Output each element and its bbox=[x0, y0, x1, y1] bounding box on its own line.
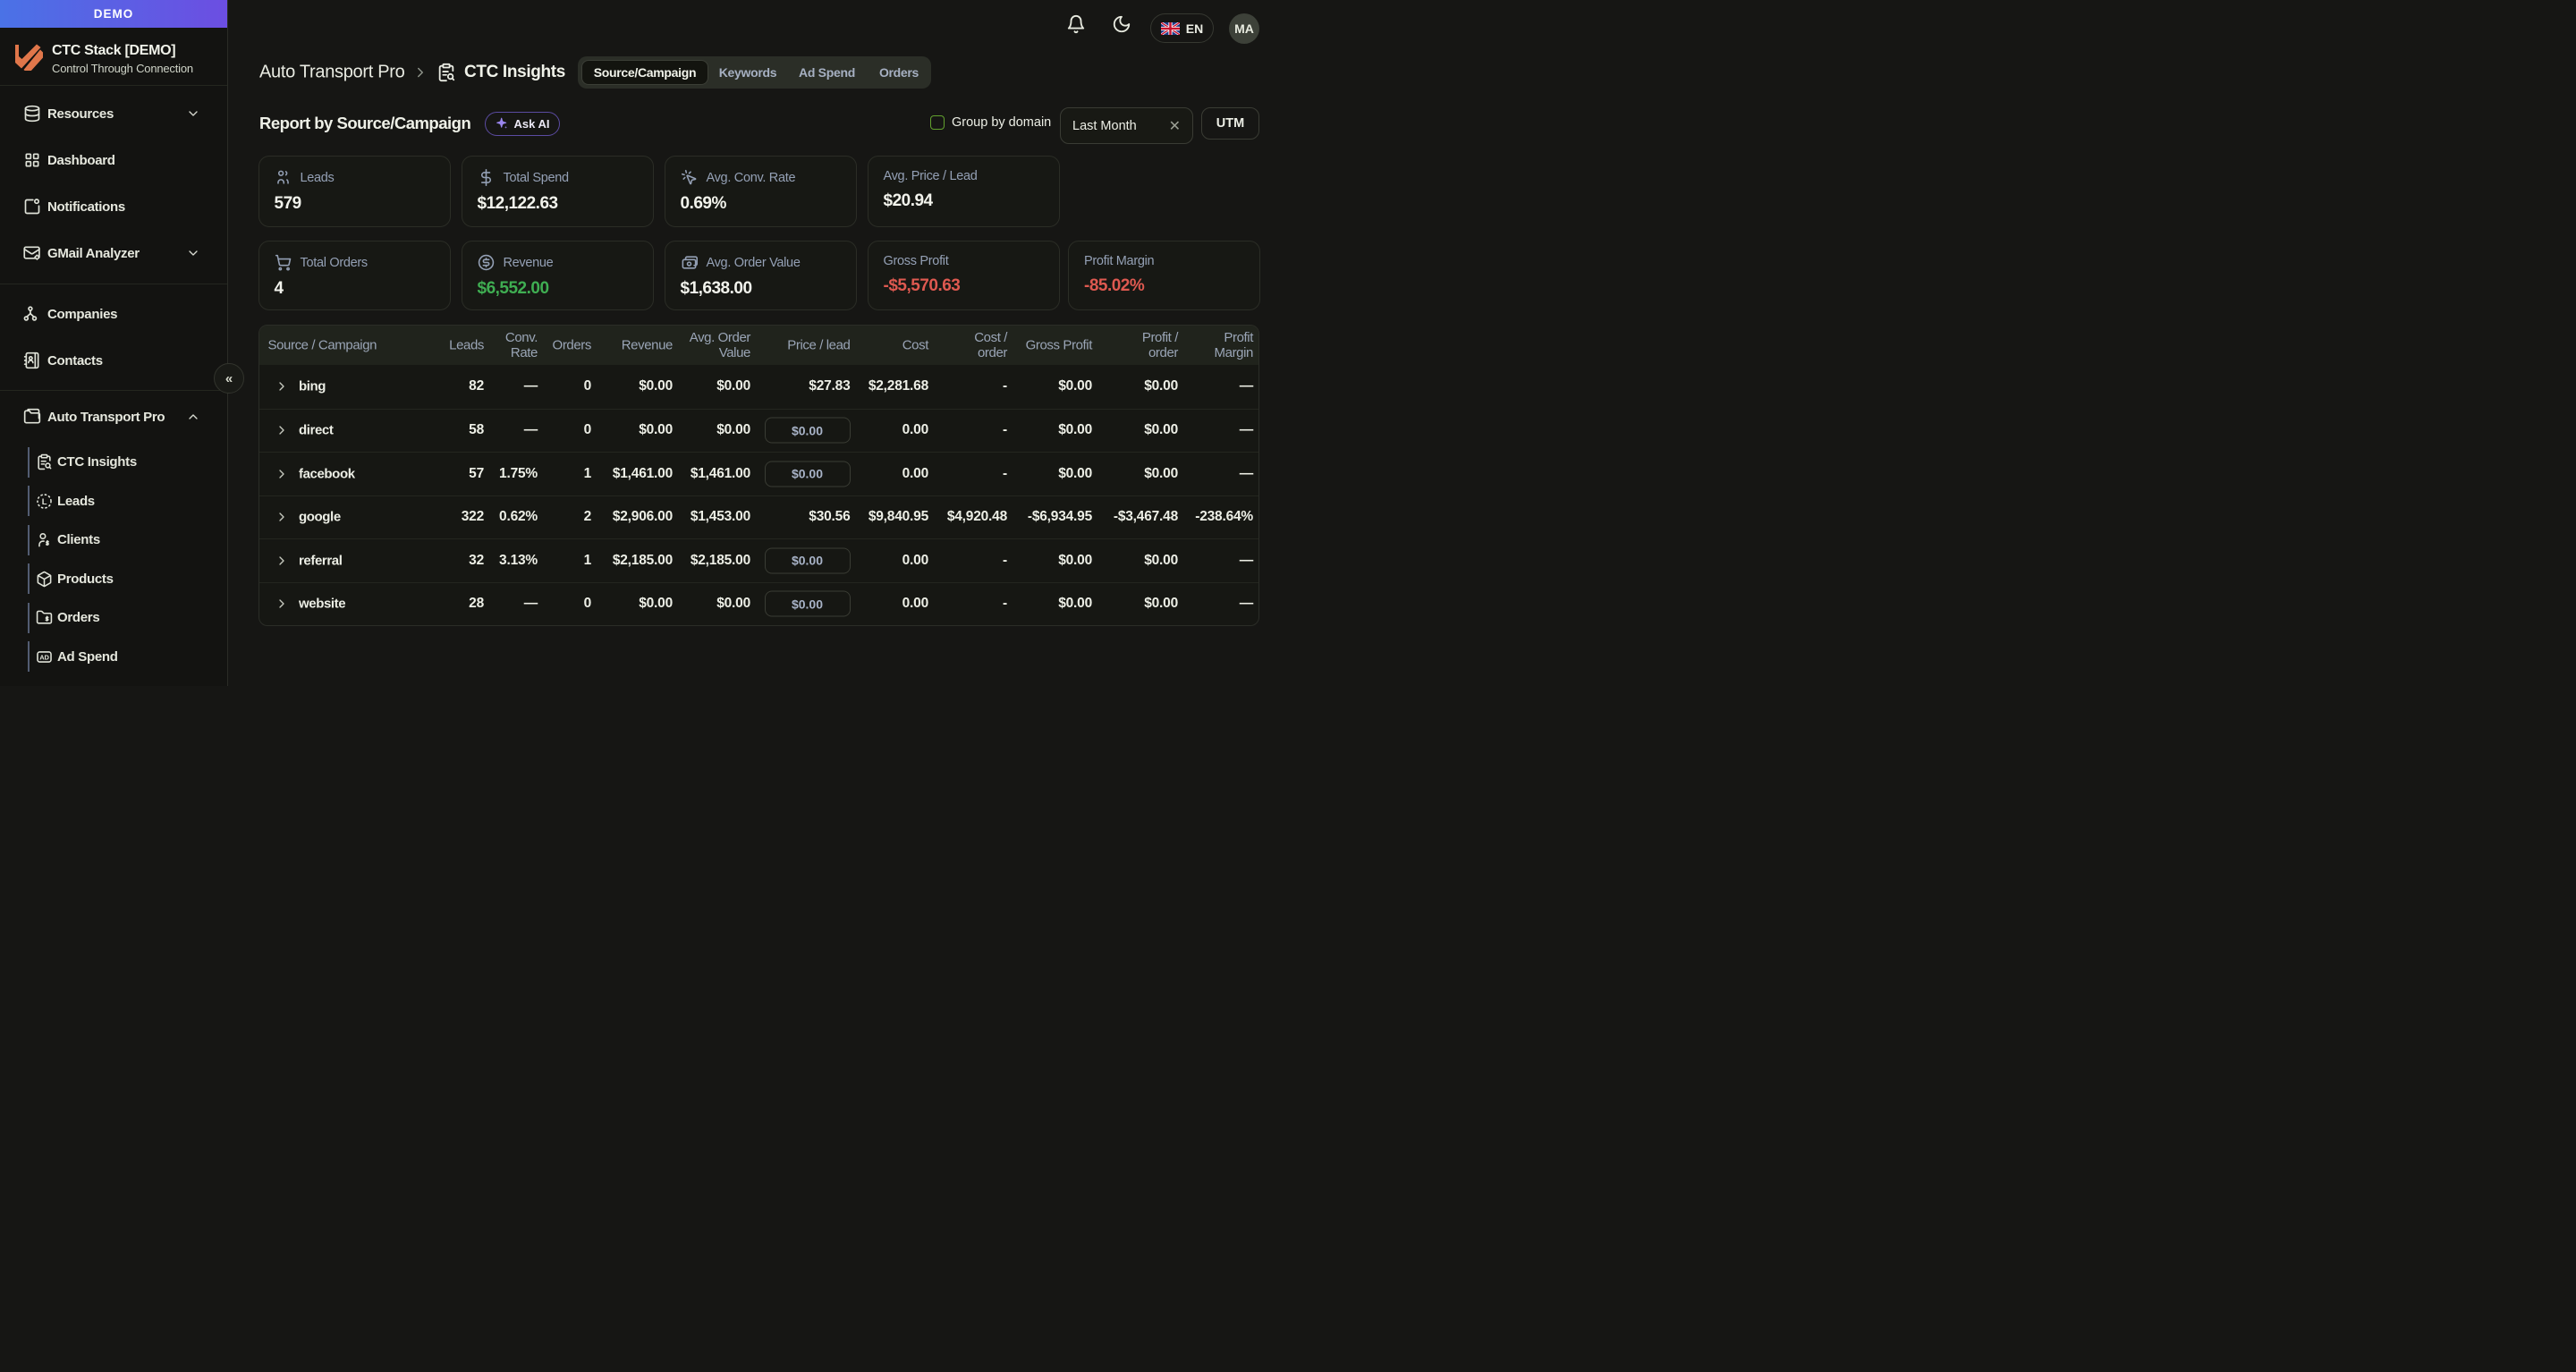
svg-text:AD: AD bbox=[39, 653, 49, 661]
svg-text:L: L bbox=[42, 496, 47, 506]
